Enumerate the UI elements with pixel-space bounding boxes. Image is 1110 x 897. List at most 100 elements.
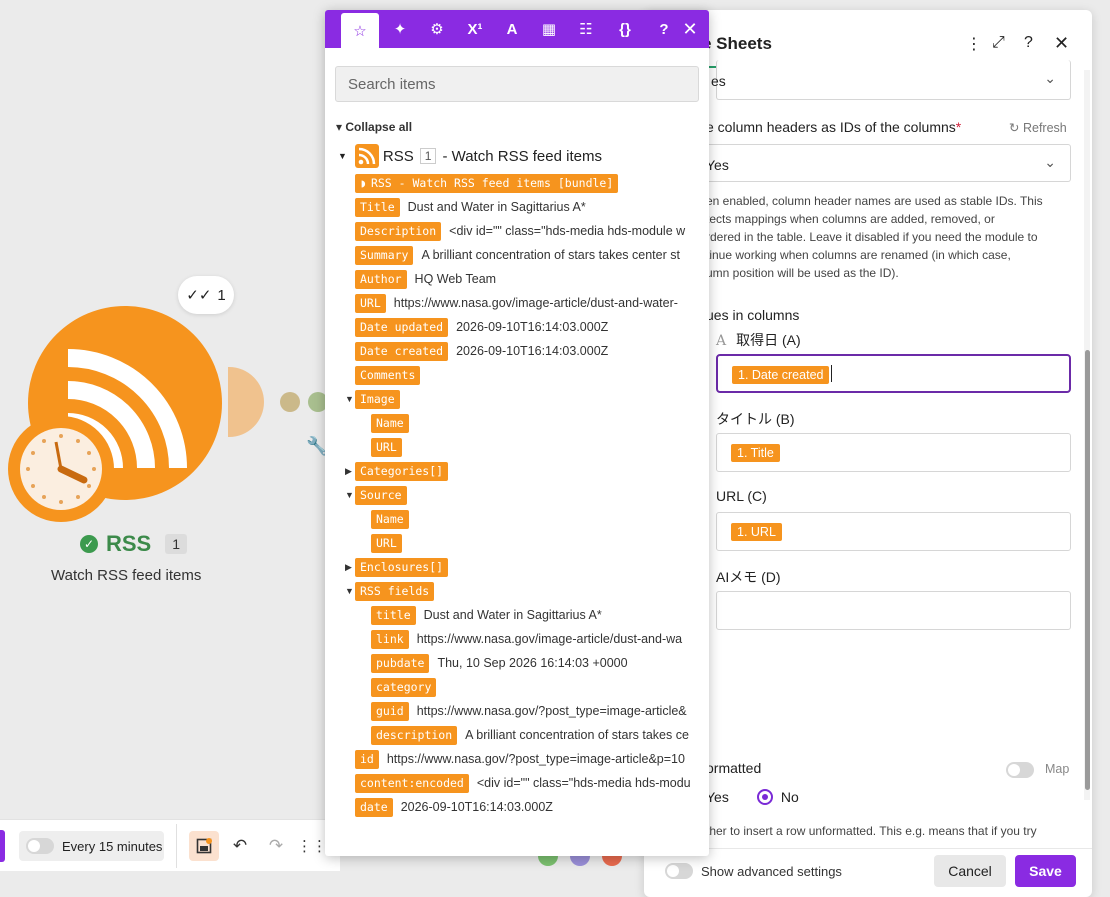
caret-down-icon[interactable]: ▼ — [345, 586, 354, 596]
item-key-tag[interactable]: Summary — [355, 245, 414, 265]
search-input[interactable] — [335, 66, 699, 102]
item-row[interactable]: Summary A brilliant concentration of star… — [325, 245, 709, 265]
math-tab-icon[interactable]: X¹ — [456, 10, 494, 48]
advanced-switch[interactable] — [665, 863, 693, 879]
radio-yes-label[interactable]: Yes — [706, 789, 729, 805]
item-key-tag[interactable]: Date updated — [355, 317, 449, 337]
scrollbar-thumb[interactable] — [1085, 350, 1090, 790]
map-toggle[interactable] — [1006, 762, 1034, 778]
rss-fields-row[interactable]: ▼ RSS fields — [325, 581, 709, 601]
item-row[interactable]: Date updated 2026-09-10T16:14:03.000Z — [325, 317, 709, 337]
caret-right-icon[interactable]: ▶ — [345, 466, 352, 477]
advanced-settings-toggle[interactable]: Show advanced settings — [665, 863, 842, 879]
item-key-tag[interactable]: URL — [371, 533, 402, 553]
item-key-tag[interactable]: pubdate — [371, 653, 430, 673]
item-key-tag[interactable]: guid — [371, 701, 409, 721]
save-scenario-icon[interactable] — [189, 831, 219, 861]
rss-field-row[interactable]: guid https://www.nasa.gov/?post_type=imag… — [325, 701, 709, 721]
item-key-tag[interactable]: Description — [355, 221, 442, 241]
mapped-pill[interactable]: 1. Title — [731, 444, 780, 462]
more-icon[interactable]: ⋮ — [966, 34, 982, 54]
source-child-row[interactable]: Name — [325, 509, 709, 529]
bundle-tag[interactable]: ◗ RSS - Watch RSS feed items [bundle] — [355, 173, 619, 193]
item-key-tag[interactable]: link — [371, 629, 409, 649]
bundle-row[interactable]: ◗ RSS - Watch RSS feed items [bundle] — [325, 173, 709, 193]
source-row[interactable]: ▼ Source — [325, 485, 709, 505]
image-child-row[interactable]: URL — [325, 437, 709, 457]
radio-no-label[interactable]: No — [781, 789, 799, 805]
rss-field-row[interactable]: title Dust and Water in Sagittarius A* — [325, 605, 709, 625]
headers-select[interactable]: Yes ⌄ — [706, 144, 1071, 182]
item-key-tag[interactable]: Name — [371, 413, 409, 433]
image-row[interactable]: ▼ Image — [325, 389, 709, 409]
caret-down-icon[interactable]: ▼ — [345, 490, 354, 500]
item-key-tag[interactable]: content:encoded — [355, 773, 469, 793]
radio-no[interactable] — [756, 789, 773, 805]
source-child-row[interactable]: URL — [325, 533, 709, 553]
item-key-tag[interactable]: Enclosures[] — [355, 557, 449, 577]
run-once-button[interactable] — [0, 830, 5, 862]
ai-sparkle-tab-icon[interactable]: ✦ — [381, 10, 419, 48]
item-row[interactable]: content:encoded <div id="" class="hds-med… — [325, 773, 709, 793]
cancel-button[interactable]: Cancel — [934, 855, 1006, 887]
item-key-tag[interactable]: category — [371, 677, 437, 697]
enclosures-row[interactable]: ▶ Enclosures[] — [325, 557, 709, 577]
close-icon[interactable]: ✕ — [1054, 33, 1069, 54]
item-key-tag[interactable]: Source — [355, 485, 407, 505]
item-row[interactable]: id https://www.nasa.gov/?post_type=image-… — [325, 749, 709, 769]
item-key-tag[interactable]: RSS fields — [355, 581, 435, 601]
table-tab-icon[interactable]: ☷ — [567, 10, 605, 48]
item-key-tag[interactable]: Date created — [355, 341, 449, 361]
expand-icon[interactable]: ⤢ — [992, 34, 1005, 52]
rss-field-row[interactable]: pubdate Thu, 10 Sep 2026 16:14:03 +0000 — [325, 653, 709, 673]
item-key-tag[interactable]: Name — [371, 509, 409, 529]
item-row[interactable]: URL https://www.nasa.gov/image-article/du… — [325, 293, 709, 313]
save-button[interactable]: Save — [1015, 855, 1076, 887]
item-row[interactable]: Description <div id="" class="hds-media h… — [325, 221, 709, 241]
grid-menu-icon[interactable]: ⋮⋮ — [297, 831, 327, 861]
image-child-row[interactable]: Name — [325, 413, 709, 433]
feed-header[interactable]: ▼ RSS 1 - Watch RSS feed items — [338, 144, 602, 168]
item-key-tag[interactable]: Title — [355, 197, 400, 217]
column-a-input[interactable]: 1. Date created — [716, 354, 1071, 393]
caret-right-icon[interactable]: ▶ — [345, 562, 352, 573]
column-b-input[interactable]: 1. Title — [716, 433, 1071, 472]
text-tab-icon[interactable]: A — [493, 10, 531, 48]
item-row[interactable]: Author HQ Web Team — [325, 269, 709, 289]
mapped-pill[interactable]: 1. Date created — [732, 366, 830, 384]
schedule-switch[interactable] — [26, 838, 54, 854]
caret-down-icon[interactable]: ▼ — [345, 394, 354, 404]
item-key-tag[interactable]: Image — [355, 389, 400, 409]
refresh-button[interactable]: ↻ Refresh — [1009, 120, 1067, 135]
item-key-tag[interactable]: description — [371, 725, 458, 745]
item-row[interactable]: Title Dust and Water in Sagittarius A* — [325, 197, 709, 217]
item-key-tag[interactable]: date — [355, 797, 393, 817]
rss-field-row[interactable]: link https://www.nasa.gov/image-article/d… — [325, 629, 709, 649]
calendar-tab-icon[interactable]: ▦ — [530, 10, 568, 48]
mapped-pill[interactable]: 1. URL — [731, 523, 782, 541]
item-key-tag[interactable]: URL — [355, 293, 386, 313]
item-row[interactable]: date 2026-09-10T16:14:03.000Z — [325, 797, 709, 817]
undo-icon[interactable]: ↶ — [225, 831, 255, 861]
item-row[interactable]: Date created 2026-09-10T16:14:03.000Z — [325, 341, 709, 361]
module-connector-handle[interactable] — [228, 367, 264, 437]
item-key-tag[interactable]: title — [371, 605, 416, 625]
column-c-input[interactable]: 1. URL — [716, 512, 1071, 551]
link-dot[interactable] — [280, 392, 300, 412]
column-d-input[interactable] — [716, 591, 1071, 630]
redo-icon[interactable]: ↷ — [261, 831, 291, 861]
rss-field-row[interactable]: category — [325, 677, 709, 697]
favorites-tab-icon[interactable]: ☆ — [341, 13, 379, 48]
gear-tab-icon[interactable]: ⚙ — [418, 10, 456, 48]
item-key-tag[interactable]: Categories[] — [355, 461, 449, 481]
item-row[interactable]: Comments — [325, 365, 709, 385]
item-key-tag[interactable]: URL — [371, 437, 402, 457]
top-select[interactable]: es ⌄ — [711, 60, 1071, 100]
categories-row[interactable]: ▶ Categories[] — [325, 461, 709, 481]
item-key-tag[interactable]: id — [355, 749, 379, 769]
close-icon[interactable]: ✕ — [671, 10, 709, 48]
collapse-all-link[interactable]: ▾ Collapse all — [336, 120, 412, 134]
schedule-toggle[interactable]: Every 15 minutes — [19, 831, 164, 861]
item-key-tag[interactable]: Author — [355, 269, 407, 289]
json-tab-icon[interactable]: {} — [606, 10, 644, 48]
